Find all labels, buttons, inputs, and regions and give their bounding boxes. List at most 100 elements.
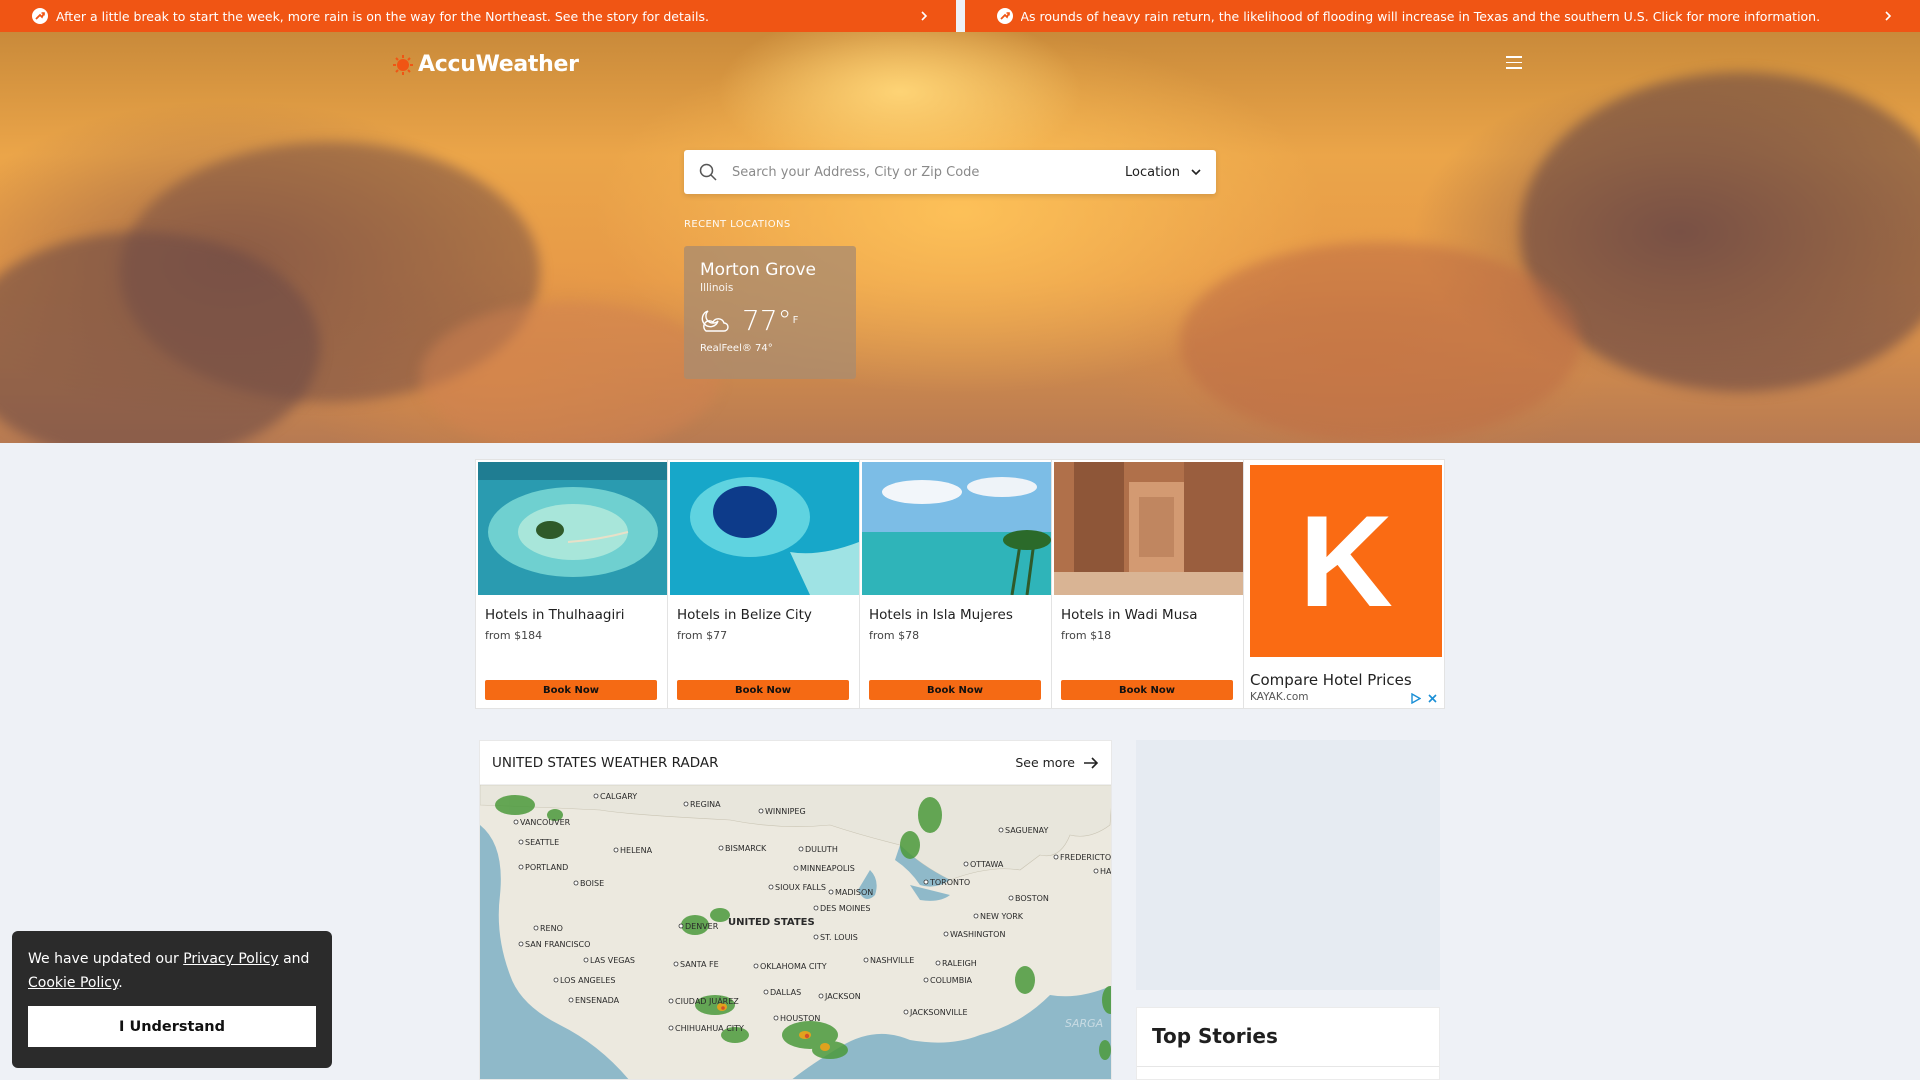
temperature-unit: F — [792, 315, 799, 326]
radar-city-label: OTTAWA — [970, 860, 1004, 869]
radar-city-label: PORTLAND — [525, 863, 568, 872]
kayak-ad[interactable]: K Compare Hotel Prices KAYAK.com — [1244, 460, 1444, 708]
book-now-button[interactable]: Book Now — [1061, 680, 1233, 700]
cookie-policy-link[interactable]: Cookie Policy — [28, 975, 118, 991]
cookie-text-prefix: We have updated our — [28, 951, 184, 967]
radar-city-label: LAS VEGAS — [590, 956, 635, 965]
hotel-name: Hotels in Wadi Musa — [1061, 607, 1198, 623]
radar-city-label: SANTA FE — [680, 960, 719, 969]
hotel-card[interactable]: Hotels in Wadi Musa from $18 Book Now — [1052, 460, 1244, 708]
alert-banner-texas[interactable]: As rounds of heavy rain return, the like… — [964, 0, 1920, 32]
radar-city-label: TORONTO — [929, 878, 970, 887]
book-now-button[interactable]: Book Now — [677, 680, 849, 700]
realfeel-value: RealFeel® 74° — [700, 343, 773, 354]
chevron-right-icon — [1885, 11, 1892, 21]
radar-city-label: COLUMBIA — [930, 976, 973, 985]
radar-city-label: HALIFAX — [1100, 867, 1112, 876]
radar-city-label: UNITED STATES — [728, 917, 815, 928]
radar-city-label: SARGA — [1065, 1017, 1103, 1030]
radar-city-label: SAGUENAY — [1005, 826, 1049, 835]
i-understand-button[interactable]: I Understand — [28, 1006, 316, 1047]
see-more-link[interactable]: See more — [1015, 755, 1099, 770]
hotel-image-petra — [1054, 462, 1243, 595]
radar-title: UNITED STATES WEATHER RADAR — [492, 754, 719, 771]
hotel-image-blue-hole — [670, 462, 859, 595]
alert-arrow-icon — [996, 8, 1013, 24]
recent-location-card[interactable]: Morton Grove Illinois 77° F RealFeel® 74… — [684, 246, 856, 379]
hotel-image-beach — [862, 462, 1051, 596]
sun-logo-icon — [393, 54, 413, 75]
cookie-text-middle: and — [278, 951, 310, 967]
hotel-card[interactable]: Hotels in Thulhaagiri from $184 Book Now — [476, 460, 668, 708]
privacy-policy-link[interactable]: Privacy Policy — [183, 951, 278, 967]
hotel-price: from $78 — [869, 629, 920, 642]
kayak-logo: K — [1250, 465, 1442, 657]
recent-state: Illinois — [700, 282, 734, 294]
search-input[interactable] — [732, 164, 1116, 180]
alert-text: After a little break to start the week, … — [56, 8, 709, 24]
hotel-card[interactable]: Hotels in Belize City from $77 Book Now — [668, 460, 860, 708]
radar-city-label: JACKSONVILLE — [909, 1008, 968, 1017]
radar-city-label: CALGARY — [600, 792, 637, 801]
radar-city-label: FREDERICTON — [1060, 853, 1112, 862]
close-ad-icon[interactable] — [1427, 693, 1438, 704]
cookie-text-suffix: . — [118, 975, 123, 991]
radar-city-label: RALEIGH — [942, 959, 977, 968]
book-now-button[interactable]: Book Now — [485, 680, 657, 700]
book-now-button[interactable]: Book Now — [869, 680, 1041, 700]
location-label: Location — [1125, 164, 1180, 180]
recent-locations-label: RECENT LOCATIONS — [684, 219, 791, 230]
radar-city-label: ST. LOUIS — [820, 933, 858, 942]
chevron-down-icon — [1191, 169, 1201, 176]
hotel-name: Hotels in Thulhaagiri — [485, 607, 625, 623]
hotel-price: from $18 — [1061, 629, 1112, 642]
kayak-title: Compare Hotel Prices — [1250, 671, 1412, 689]
recent-temperature: 77° — [742, 304, 792, 337]
search-icon — [699, 163, 717, 181]
alert-banner-northeast[interactable]: After a little break to start the week, … — [0, 0, 956, 32]
radar-city-label: DULUTH — [805, 845, 838, 854]
hero-section: AccuWeather Location RECENT LOCATIONS Mo… — [0, 32, 1920, 443]
radar-city-label: MINNEAPOLIS — [800, 864, 855, 873]
top-stories-title: Top Stories — [1152, 1024, 1278, 1048]
chevron-right-icon — [920, 11, 927, 21]
hotel-card[interactable]: Hotels in Isla Mujeres from $78 Book Now — [860, 460, 1052, 708]
radar-city-label: RENO — [540, 924, 563, 933]
radar-city-label: BISMARCK — [725, 844, 767, 853]
alert-text: As rounds of heavy rain return, the like… — [1020, 8, 1821, 24]
cookie-notice: We have updated our Privacy Policy and C… — [12, 931, 332, 1068]
hotel-price: from $77 — [677, 629, 728, 642]
radar-city-label: LOS ANGELES — [560, 976, 615, 985]
ad-choices-icon[interactable] — [1410, 693, 1421, 704]
radar-city-label: CHIHUAHUA CITY — [675, 1024, 744, 1033]
radar-city-label: HOUSTON — [780, 1014, 820, 1023]
radar-city-label: WINNIPEG — [765, 807, 806, 816]
hotel-price: from $184 — [485, 629, 543, 642]
radar-city-label: SEATTLE — [525, 838, 559, 847]
radar-city-label: WASHINGTON — [950, 930, 1005, 939]
location-dropdown[interactable]: Location — [1125, 165, 1202, 180]
arrow-right-icon — [1084, 756, 1099, 769]
weather-radar-panel: UNITED STATES WEATHER RADAR See more CAL… — [479, 740, 1112, 1080]
radar-city-label: BOISE — [580, 879, 604, 888]
radar-city-label: ENSENADA — [575, 996, 620, 1005]
radar-city-label: NEW YORK — [980, 912, 1024, 921]
top-stories-panel: Top Stories — [1136, 1007, 1440, 1080]
recent-city: Morton Grove — [700, 260, 817, 280]
radar-map[interactable]: CALGARY REGINA WINNIPEG VANCOUVER SEATTLE HEL… — [480, 784, 1112, 1080]
hotel-name: Hotels in Belize City — [677, 607, 812, 623]
cookie-message: We have updated our Privacy Policy and C… — [28, 947, 316, 995]
alert-arrow-icon — [32, 8, 48, 24]
accuweather-logo[interactable]: AccuWeather — [392, 52, 579, 77]
divider — [1137, 1066, 1439, 1067]
hotel-image-atoll — [478, 462, 667, 595]
radar-city-label: DES MOINES — [820, 904, 871, 913]
alert-banners: After a little break to start the week, … — [0, 0, 1920, 32]
hotel-ad-banner: Hotels in Thulhaagiri from $184 Book Now… — [475, 459, 1445, 709]
radar-city-label: CIUDAD JUÁREZ — [675, 995, 739, 1006]
radar-city-label: BOSTON — [1015, 894, 1049, 903]
radar-city-label: HELENA — [620, 846, 653, 855]
brand-name: AccuWeather — [418, 52, 579, 77]
radar-city-label: SIOUX FALLS — [775, 883, 826, 892]
hamburger-menu-icon[interactable] — [1506, 56, 1522, 70]
